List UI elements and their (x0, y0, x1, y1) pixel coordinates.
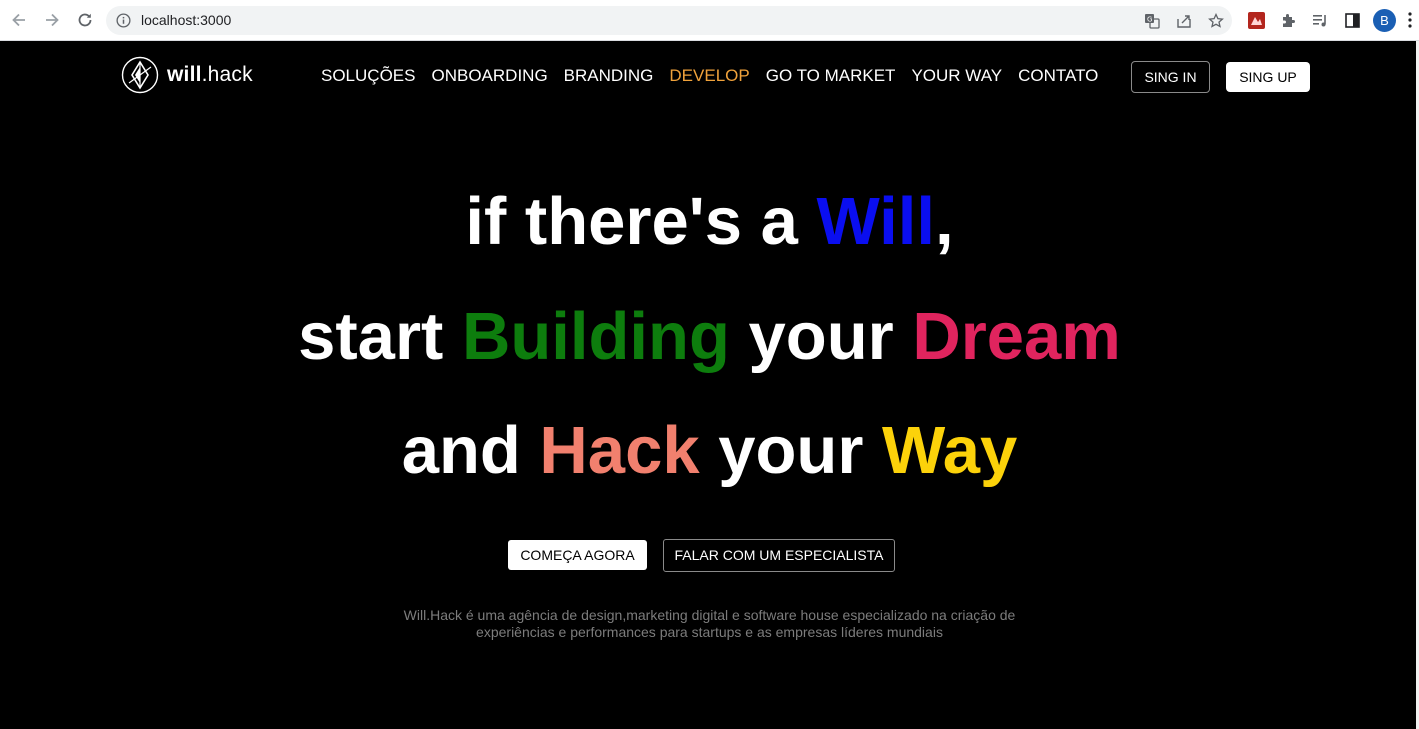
menu-dots-icon[interactable] (1406, 11, 1414, 29)
url-text[interactable]: localhost:3000 (141, 12, 231, 29)
browser-toolbar: localhost:3000 G B (0, 0, 1419, 41)
svg-text:G: G (1147, 16, 1152, 24)
logo-text-rest: .hack (201, 63, 253, 86)
nav-onboarding[interactable]: ONBOARDING (431, 66, 547, 86)
main-nav: SOLUÇÕES ONBOARDING BRANDING DEVELOP GO … (321, 66, 1114, 86)
logo-mark-icon (121, 56, 159, 94)
address-bar[interactable]: localhost:3000 G (106, 6, 1232, 35)
hero-heading-line-3: and Hack your Way (0, 411, 1419, 491)
nav-go-to-market[interactable]: GO TO MARKET (766, 66, 896, 86)
info-icon[interactable] (116, 13, 131, 28)
hero-highlight-will: Will (816, 184, 935, 259)
translate-icon[interactable]: G (1143, 12, 1161, 30)
hero-description-line-1: Will.Hack é uma agência de design,market… (403, 607, 1016, 623)
hero-text: and (401, 413, 540, 488)
hero-text: if there's a (465, 184, 817, 259)
nav-solucoes[interactable]: SOLUÇÕES (321, 66, 415, 86)
talk-to-specialist-button[interactable]: FALAR COM UM ESPECIALISTA (663, 539, 895, 572)
hero-highlight-dream: Dream (912, 299, 1121, 374)
nav-contato[interactable]: CONTATO (1018, 66, 1098, 86)
puzzle-icon[interactable] (1279, 11, 1297, 29)
hero-description-line-2: experiências e performances para startup… (476, 624, 943, 640)
logo-text: will.hack (167, 63, 253, 87)
hero-highlight-way: Way (882, 413, 1018, 488)
media-queue-icon[interactable] (1311, 11, 1329, 29)
sign-in-button[interactable]: SING IN (1131, 61, 1210, 93)
cta-row: COMEÇA AGORA FALAR COM UM ESPECIALISTA (0, 539, 1419, 573)
reload-icon[interactable] (74, 9, 96, 31)
hero-highlight-hack: Hack (539, 413, 700, 488)
hero-text: your (699, 413, 883, 488)
nav-develop[interactable]: DEVELOP (669, 66, 749, 86)
extension-app-icon[interactable] (1247, 11, 1265, 29)
share-icon[interactable] (1175, 12, 1193, 30)
logo[interactable]: will.hack (121, 55, 253, 95)
nav-your-way[interactable]: YOUR WAY (911, 66, 1002, 86)
forward-icon[interactable] (41, 9, 63, 31)
logo-text-bold: will (167, 63, 202, 86)
sign-up-button[interactable]: SING UP (1226, 62, 1310, 92)
nav-branding[interactable]: BRANDING (564, 66, 654, 86)
star-icon[interactable] (1207, 12, 1225, 30)
back-icon[interactable] (8, 9, 30, 31)
start-now-button[interactable]: COMEÇA AGORA (508, 540, 647, 570)
site-header: will.hack SOLUÇÕES ONBOARDING BRANDING D… (0, 41, 1416, 113)
hero-description: Will.Hack é uma agência de design,market… (400, 607, 1019, 641)
hero-heading-line-2: start Building your Dream (0, 297, 1419, 377)
hero-text: your (729, 299, 913, 374)
profile-avatar[interactable]: B (1373, 9, 1396, 32)
hero-text: , (934, 184, 954, 259)
side-panel-icon[interactable] (1343, 11, 1361, 29)
hero-highlight-building: Building (461, 299, 730, 374)
hero-text: start (298, 299, 462, 374)
hero-heading-line-1: if there's a Will, (0, 182, 1419, 262)
